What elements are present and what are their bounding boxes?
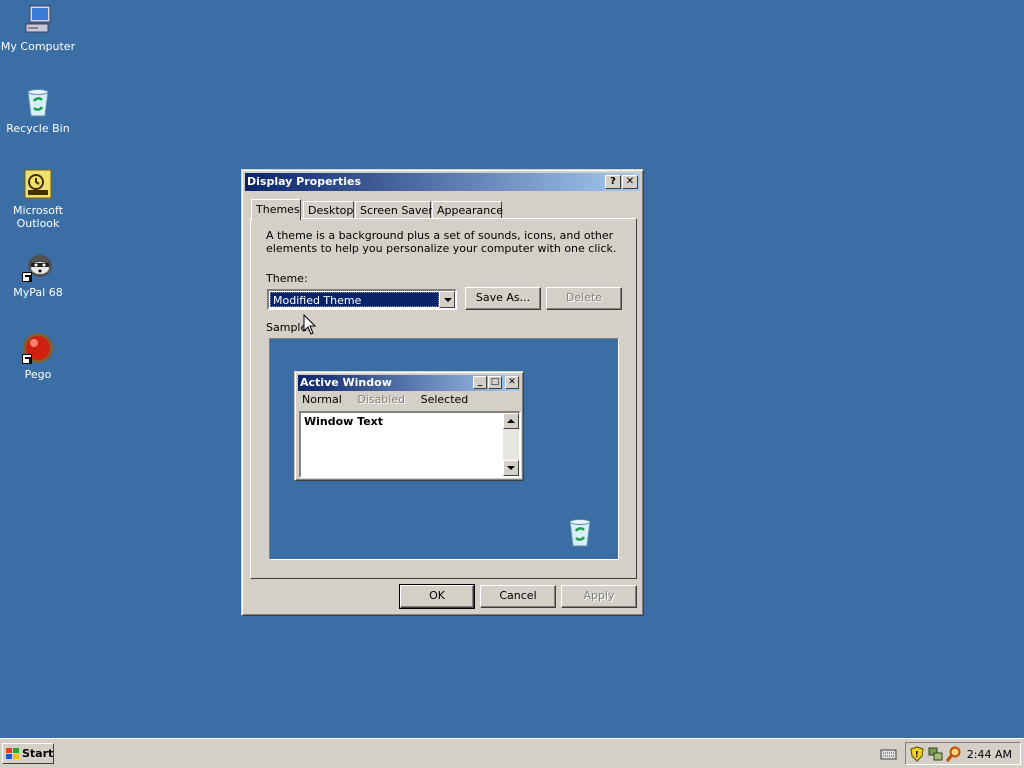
theme-dropdown-value: Modified Theme bbox=[270, 292, 439, 307]
desktop-icon-microsoft-outlook[interactable]: Microsoft Outlook bbox=[0, 168, 76, 230]
theme-description: A theme is a background plus a set of so… bbox=[266, 229, 617, 255]
themes-panel: A theme is a background plus a set of so… bbox=[250, 218, 637, 579]
security-shield-icon[interactable]: ! bbox=[910, 746, 924, 765]
shortcut-arrow-icon bbox=[22, 272, 32, 282]
theme-dropdown[interactable]: Modified Theme bbox=[267, 289, 457, 310]
help-button[interactable]: ? bbox=[605, 175, 621, 189]
start-button[interactable]: Start bbox=[2, 743, 54, 764]
theme-label: Theme: bbox=[266, 272, 308, 285]
maximize-icon: □ bbox=[488, 376, 502, 389]
tab-desktop[interactable]: Desktop bbox=[303, 201, 354, 219]
desktop-icon-label: Pego bbox=[24, 368, 52, 381]
scroll-down-icon bbox=[503, 460, 519, 476]
desktop-icon-label: Recycle Bin bbox=[6, 122, 70, 135]
shortcut-arrow-icon bbox=[22, 354, 32, 364]
sample-menu-disabled: Disabled bbox=[357, 393, 406, 406]
sample-title-bar: Active Window _ □ ✕ bbox=[298, 375, 520, 391]
network-icon[interactable] bbox=[928, 746, 944, 765]
apply-button[interactable]: Apply bbox=[561, 585, 637, 608]
keyboard-icon[interactable] bbox=[880, 747, 897, 761]
ok-button[interactable]: OK bbox=[399, 584, 475, 609]
desktop-icon-my-computer[interactable]: My Computer bbox=[0, 4, 76, 53]
theme-sample-preview: Active Window _ □ ✕ Normal Disabled Sele… bbox=[269, 338, 619, 560]
recycle-bin-icon bbox=[22, 86, 54, 118]
title-bar[interactable]: Display Properties ? ✕ bbox=[245, 173, 640, 191]
cancel-button[interactable]: Cancel bbox=[480, 585, 556, 608]
sample-window-text: Window Text bbox=[304, 415, 384, 428]
close-button[interactable]: ✕ bbox=[622, 175, 638, 189]
desktop-icon-label: My Computer bbox=[0, 40, 76, 53]
my-computer-icon bbox=[22, 4, 54, 36]
mypal-icon bbox=[22, 250, 54, 282]
search-magnifier-icon[interactable] bbox=[945, 746, 962, 765]
desktop-icon-label: MyPal 68 bbox=[13, 286, 63, 299]
close-icon: ✕ bbox=[505, 376, 519, 389]
sample-menu-normal: Normal bbox=[302, 393, 342, 406]
sample-menu-selected: Selected bbox=[420, 393, 469, 406]
sample-window-title: Active Window bbox=[300, 376, 392, 389]
save-as-button[interactable]: Save As... bbox=[465, 287, 541, 310]
desktop-icon-recycle-bin[interactable]: Recycle Bin bbox=[0, 86, 76, 135]
delete-button[interactable]: Delete bbox=[546, 287, 622, 310]
desktop-icon-pego[interactable]: Pego bbox=[0, 332, 76, 381]
clock[interactable]: 2:44 AM bbox=[967, 748, 1012, 761]
tab-screen-saver[interactable]: Screen Saver bbox=[355, 201, 433, 219]
sample-text-area: Window Text bbox=[299, 411, 521, 478]
start-label: Start bbox=[22, 747, 54, 760]
mouse-cursor-icon bbox=[303, 313, 317, 336]
desktop-icon-mypal[interactable]: MyPal 68 bbox=[0, 250, 76, 299]
sample-active-window: Active Window _ □ ✕ Normal Disabled Sele… bbox=[294, 371, 524, 481]
system-tray: ! 2:44 AM bbox=[905, 742, 1021, 765]
tab-themes[interactable]: Themes bbox=[251, 199, 301, 220]
svg-text:!: ! bbox=[915, 750, 919, 759]
sample-recycle-bin-icon bbox=[566, 517, 594, 547]
scroll-up-icon bbox=[503, 413, 519, 429]
desktop-icon-label: Microsoft Outlook bbox=[12, 204, 64, 230]
window-title: Display Properties bbox=[247, 175, 362, 188]
tab-appearance[interactable]: Appearance bbox=[432, 201, 503, 219]
display-properties-window: Display Properties ? ✕ Themes Desktop Sc… bbox=[241, 169, 644, 616]
outlook-icon bbox=[22, 168, 54, 200]
chevron-down-icon[interactable] bbox=[439, 291, 455, 308]
pego-icon bbox=[22, 332, 54, 364]
windows-logo-icon bbox=[6, 747, 19, 759]
sample-menu-bar: Normal Disabled Selected bbox=[300, 393, 478, 406]
sample-scrollbar bbox=[503, 413, 519, 476]
taskbar: Start ! 2:44 AM bbox=[0, 738, 1024, 768]
minimize-icon: _ bbox=[473, 376, 487, 389]
